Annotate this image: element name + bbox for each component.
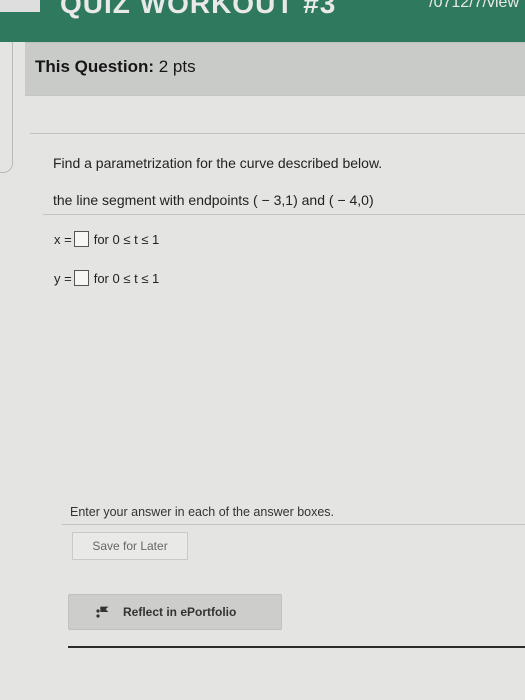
problem-description: the line segment with endpoints ( − 3,1)…: [53, 192, 374, 208]
x-label: x =: [54, 231, 72, 247]
banner-url: /0712/7/view: [429, 0, 519, 11]
problem-prompt: Find a parametrization for the curve des…: [53, 155, 383, 171]
instructions-divider: [62, 524, 525, 525]
top-banner: QUIZ WORKOUT #3 /0712/7/view: [0, 0, 525, 42]
y-answer-box[interactable]: [73, 270, 89, 286]
top-left-bar: [0, 0, 40, 12]
question-points: This Question: 2 pts: [35, 57, 196, 77]
save-for-later-button[interactable]: Save for Later: [72, 532, 188, 560]
bottom-divider: [68, 646, 525, 648]
header-divider: [30, 133, 525, 134]
question-label: This Question:: [35, 57, 154, 76]
x-answer-box[interactable]: [73, 231, 89, 247]
y-equation-row: y = for 0 ≤ t ≤ 1: [54, 270, 159, 286]
x-equation-row: x = for 0 ≤ t ≤ 1: [54, 231, 159, 247]
reflect-label: Reflect in ePortfolio: [123, 605, 237, 619]
banner-title: QUIZ WORKOUT #3: [60, 0, 337, 19]
x-range: for 0 ≤ t ≤ 1: [93, 231, 160, 247]
reflect-eportfolio-button[interactable]: Reflect in ePortfolio: [68, 594, 282, 630]
y-label: y =: [54, 270, 72, 286]
points-value: 2 pts: [158, 57, 196, 76]
question-header: This Question: 2 pts: [25, 42, 525, 96]
description-divider: [43, 214, 525, 215]
answer-instructions: Enter your answer in each of the answer …: [70, 505, 335, 519]
y-range: for 0 ≤ t ≤ 1: [93, 270, 160, 286]
left-panel-edge: [0, 42, 13, 173]
eportfolio-icon: [95, 604, 117, 620]
question-content: Find a parametrization for the curve des…: [40, 142, 525, 522]
